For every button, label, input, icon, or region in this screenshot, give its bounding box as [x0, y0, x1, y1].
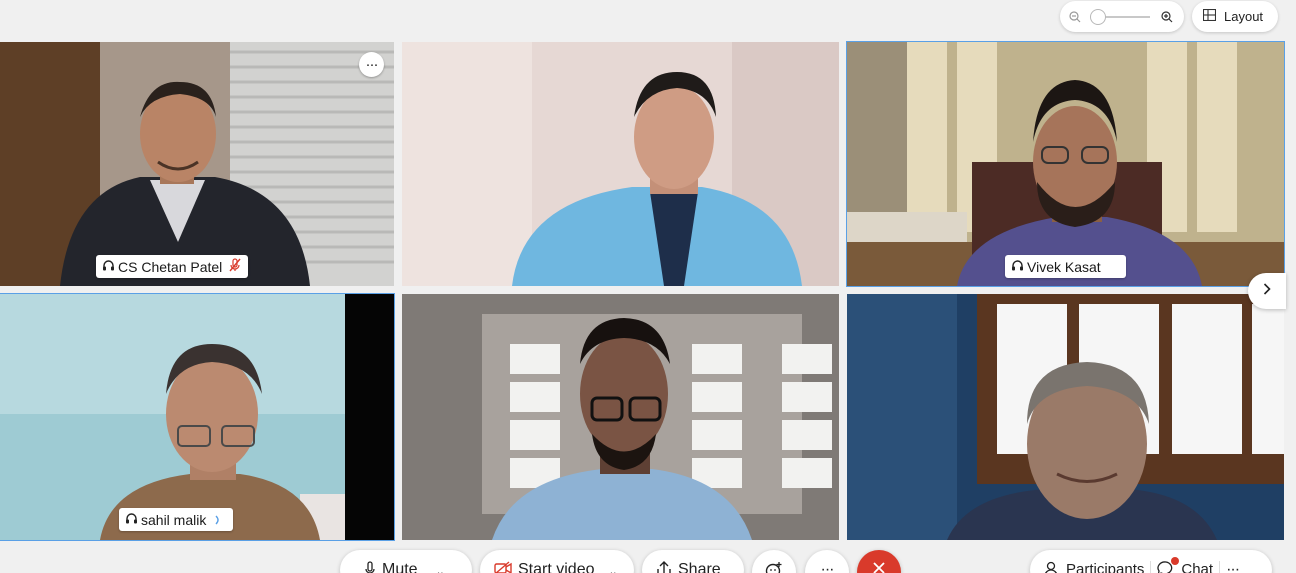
participants-label: Participants [1066, 561, 1145, 573]
participant-name-label: Vivek Kasat [1005, 255, 1126, 278]
participant-name: sahil malik [141, 511, 207, 528]
mute-label: Mute [382, 561, 418, 573]
participant-video [0, 42, 394, 286]
participant-video [847, 294, 1284, 540]
unread-badge [1171, 557, 1180, 565]
headset-icon [102, 259, 115, 275]
chevron-down-icon[interactable]: ⌄ [436, 565, 445, 573]
video-off-icon [494, 561, 512, 573]
video-tile[interactable] [402, 42, 839, 286]
participant-video [847, 42, 1284, 286]
chat-label: Chat [1181, 561, 1214, 573]
layout-button[interactable]: Layout [1192, 1, 1278, 32]
participant-name: CS Chetan Patel [118, 258, 223, 275]
participant-name-label: CS Chetan Patel [96, 255, 249, 278]
more-icon[interactable]: ··· [1226, 561, 1240, 573]
share-label: Share [678, 561, 721, 573]
close-icon [872, 561, 886, 573]
person-icon [1044, 561, 1058, 573]
end-meeting-button[interactable] [857, 550, 901, 573]
start-video-button[interactable]: Start video ⌄ [480, 550, 634, 573]
share-icon [656, 561, 672, 573]
headset-icon [125, 512, 138, 528]
participant-video [402, 294, 839, 540]
divider [1219, 561, 1221, 573]
participant-video [402, 42, 839, 286]
participant-name: Vivek Kasat [1027, 258, 1101, 275]
video-tile[interactable]: ··· CS Chetan Patel [0, 42, 394, 286]
zoom-slider[interactable] [1090, 8, 1150, 25]
video-tile[interactable] [402, 294, 839, 540]
zoom-slider-thumb[interactable] [1090, 8, 1106, 25]
video-tile[interactable]: sahil malik [0, 293, 395, 541]
participant-video [0, 294, 394, 540]
reactions-button[interactable] [752, 550, 796, 573]
layout-label: Layout [1224, 9, 1264, 24]
mic-muted-icon [229, 258, 241, 275]
grid-icon [1202, 8, 1217, 24]
tile-more-options-button[interactable]: ··· [359, 52, 384, 77]
zoom-in-icon[interactable] [1160, 10, 1174, 24]
zoom-out-icon[interactable] [1068, 10, 1082, 24]
next-page-button[interactable] [1248, 273, 1286, 309]
start-video-label: Start video [518, 561, 595, 573]
more-options-button[interactable]: ··· [805, 550, 849, 573]
share-button[interactable]: Share [642, 550, 744, 573]
chat-button[interactable]: Chat [1157, 557, 1214, 573]
chat-icon [1157, 557, 1180, 573]
chevron-right-icon [1263, 282, 1271, 300]
meeting-window: Layout ··· CS Chetan Patel Vivek Kasat s… [0, 0, 1296, 573]
speaking-indicator-icon [215, 512, 221, 528]
more-icon: ··· [820, 561, 835, 573]
participants-button[interactable]: Participants [1044, 561, 1144, 573]
emoji-icon [765, 561, 783, 573]
side-panel-controls: Participants Chat ··· [1030, 550, 1272, 573]
headset-icon [1011, 259, 1024, 275]
video-zoom-control [1060, 1, 1184, 32]
video-tile[interactable] [847, 294, 1284, 540]
video-tile[interactable]: Vivek Kasat [846, 41, 1285, 287]
microphone-icon [364, 561, 376, 573]
mute-button[interactable]: Mute ⌄ [340, 550, 472, 573]
participant-name-label: sahil malik [119, 508, 233, 531]
divider [1150, 561, 1152, 573]
chevron-down-icon[interactable]: ⌄ [608, 565, 617, 573]
